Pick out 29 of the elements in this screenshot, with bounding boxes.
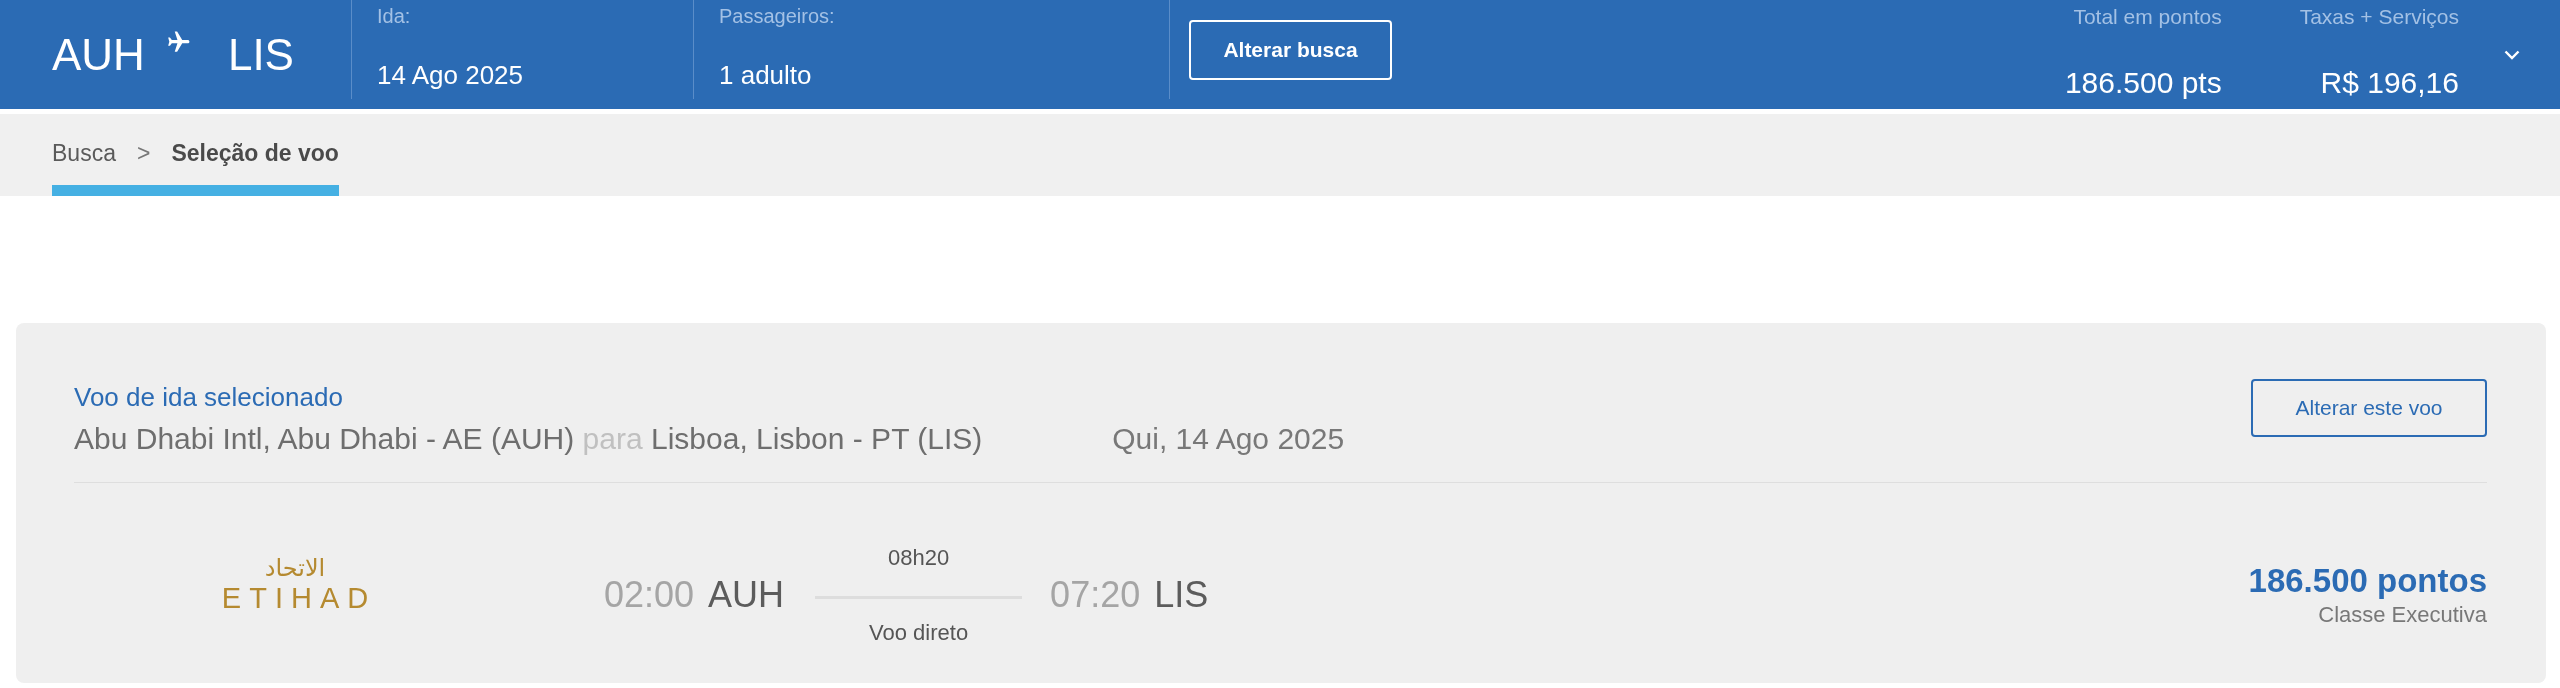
origin-code: AUH xyxy=(52,29,145,80)
breadcrumb-separator: > xyxy=(136,138,151,167)
flight-date: Qui, 14 Ago 2025 xyxy=(1112,421,1345,457)
flight-duration: 08h20 xyxy=(888,544,950,571)
chevron-down-icon[interactable] xyxy=(2504,50,2520,60)
arrival-airport: LIS xyxy=(1154,574,1209,616)
change-flight-button[interactable]: Alterar este voo xyxy=(2251,379,2487,437)
departure-time: 02:00 xyxy=(604,574,695,616)
change-search-button[interactable]: Alterar busca xyxy=(1189,20,1392,80)
search-summary-label: Passageiros: xyxy=(719,4,836,28)
selected-flight-title: Voo de ida selecionado xyxy=(74,382,344,412)
price-summary-value: R$ 196,16 xyxy=(2320,66,2459,100)
price-summary-value: 186.500 pts xyxy=(2064,66,2222,100)
airplane-icon xyxy=(165,30,192,55)
cabin-class: Classe Executiva xyxy=(2318,602,2487,628)
airline-name-arabic: الاتحاد xyxy=(264,553,326,583)
departure-airport: AUH xyxy=(708,574,785,616)
price-points: 186.500 pontos xyxy=(2248,562,2487,600)
airline-wordmark: ETIHAD xyxy=(220,583,377,613)
price-summary-label: Total em pontos xyxy=(2073,5,2222,29)
breadcrumb-current: Seleção de voo xyxy=(171,138,339,167)
stops-label: Voo direto xyxy=(869,619,969,646)
search-summary-label: Ida: xyxy=(377,4,412,28)
price-summary-label: Taxas + Serviços xyxy=(2299,5,2459,29)
destination-code: LIS xyxy=(227,29,294,80)
search-summary-value: 1 adulto xyxy=(719,60,813,90)
arrival-time: 07:20 xyxy=(1050,574,1141,616)
breadcrumb-link[interactable]: Busca xyxy=(52,138,116,167)
search-summary-value: 14 Ago 2025 xyxy=(377,60,525,90)
